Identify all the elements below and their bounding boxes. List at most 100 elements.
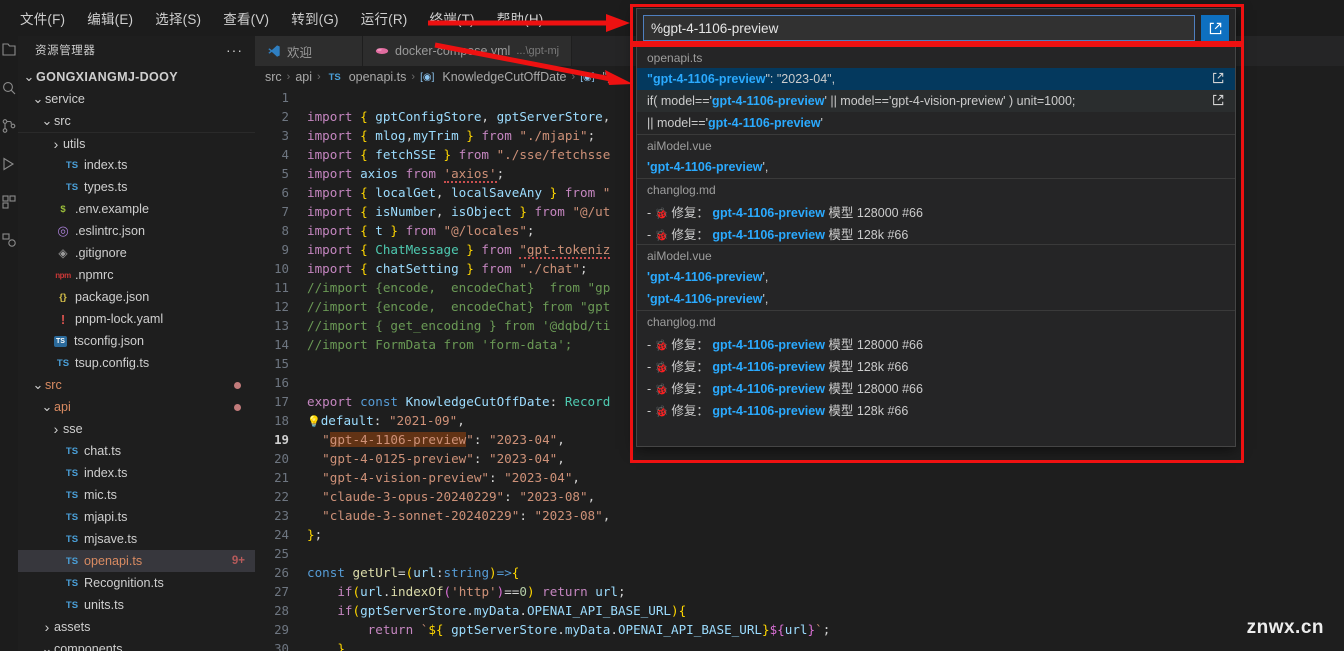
menu-item[interactable]: 帮助(H) <box>487 4 554 32</box>
chevron-right-icon[interactable]: › <box>49 421 63 437</box>
bug-emoji-icon: 🐞 <box>655 384 672 396</box>
line-number: 26 <box>255 563 303 582</box>
quick-open-result-row[interactable]: if( model=='gpt-4-1106-preview' || model… <box>637 90 1235 112</box>
code-token: } <box>519 204 527 219</box>
explorer-icon[interactable] <box>1 42 17 58</box>
remote-explorer-icon[interactable] <box>1 232 17 248</box>
quick-open-result-row[interactable]: 'gpt-4-1106-preview', <box>637 288 1235 310</box>
menu-item[interactable]: 选择(S) <box>145 4 211 32</box>
file-tree-item[interactable]: ›utils <box>18 132 255 154</box>
quick-open-result-row[interactable]: "gpt-4-1106-preview": "2023-04", <box>637 68 1235 90</box>
typescript-file-icon: TS <box>63 446 81 457</box>
file-tree-item[interactable]: ⌄src <box>18 110 255 132</box>
menu-item[interactable]: 转到(G) <box>281 4 349 32</box>
run-debug-icon[interactable] <box>1 156 17 172</box>
code-token: : <box>504 489 519 504</box>
chevron-right-icon[interactable]: › <box>49 136 63 152</box>
code-token: import <box>307 242 360 257</box>
chevron-down-icon[interactable]: ⌄ <box>31 95 45 103</box>
extensions-icon[interactable] <box>1 194 17 210</box>
breadcrumb-item[interactable]: KnowledgeCutOffDate <box>442 70 566 84</box>
file-tree-item[interactable]: TStsconfig.json <box>18 330 255 352</box>
explorer-more-actions-icon[interactable]: ··· <box>226 42 243 58</box>
chevron-down-icon[interactable]: ⌄ <box>22 73 36 81</box>
editor-tab[interactable]: docker-compose.yml...\gpt-mj <box>363 36 572 66</box>
source-control-icon[interactable] <box>1 118 17 134</box>
menu-item[interactable]: 运行(R) <box>351 4 418 32</box>
quick-open-result-row[interactable]: 'gpt-4-1106-preview', <box>637 156 1235 178</box>
file-tree-item[interactable]: npm.npmrc <box>18 264 255 286</box>
file-tree-item-label: utils <box>63 137 85 151</box>
chevron-down-icon[interactable]: ⌄ <box>40 117 54 125</box>
quick-open-result-row[interactable]: - 🐞 修复： gpt-4-1106-preview 模型 128000 #66 <box>637 200 1235 222</box>
file-tree-item[interactable]: ◈.gitignore <box>18 242 255 264</box>
file-tree-item[interactable]: ⌄components <box>18 638 255 651</box>
editor-tab-label: 欢迎 <box>287 42 312 61</box>
breadcrumb-item[interactable]: openapi.ts <box>349 70 407 84</box>
breadcrumb-item[interactable]: src <box>265 70 282 84</box>
menu-item[interactable]: 终端(T) <box>420 4 485 32</box>
file-tree-item[interactable]: ◎.eslintrc.json <box>18 220 255 242</box>
chevron-down-icon[interactable]: ⌄ <box>40 645 54 651</box>
lightbulb-icon[interactable]: 💡 <box>307 415 321 428</box>
quick-open-search-input[interactable] <box>643 15 1195 41</box>
quick-open-result-row[interactable]: - 🐞 修复： gpt-4-1106-preview 模型 128k #66 <box>637 354 1235 376</box>
code-line: 24}; <box>255 525 1344 544</box>
file-tree-item[interactable]: ⌄GONGXIANGMJ-DOOY <box>18 66 255 88</box>
chevron-right-icon[interactable]: › <box>40 619 54 635</box>
code-token: ) <box>527 584 535 599</box>
code-token: localGet <box>368 185 436 200</box>
line-number: 28 <box>255 601 303 620</box>
file-tree-item[interactable]: ⌄api <box>18 396 255 418</box>
editor-tab[interactable]: 欢迎 <box>255 36 363 66</box>
file-tree-item[interactable]: ⌄service <box>18 88 255 110</box>
code-token: default <box>321 413 374 428</box>
file-tree-item[interactable]: TSchat.ts <box>18 440 255 462</box>
quick-open-result-row[interactable]: - 🐞 修复： gpt-4-1106-preview 模型 128000 #66 <box>637 376 1235 398</box>
file-tree-item[interactable]: TSindex.ts <box>18 462 255 484</box>
file-tree-item[interactable]: TSmjapi.ts <box>18 506 255 528</box>
code-token: } <box>337 641 345 651</box>
quick-open-result-row[interactable]: 'gpt-4-1106-preview', <box>637 266 1235 288</box>
file-tree-item[interactable]: TSmic.ts <box>18 484 255 506</box>
file-tree-item[interactable]: TSopenapi.ts9+ <box>18 550 255 572</box>
menu-item[interactable]: 文件(F) <box>10 4 75 32</box>
file-tree-item[interactable]: $.env.example <box>18 198 255 220</box>
file-tree-item[interactable]: {}package.json <box>18 286 255 308</box>
quick-open-group-header: aiModel.vue <box>637 244 1235 266</box>
code-token: : <box>519 508 534 523</box>
quick-open-result-text: || model=='gpt-4-1106-preview' <box>647 116 1227 130</box>
symbol-variable-icon: [◉] <box>580 72 594 83</box>
file-tree-item-label: .npmrc <box>75 268 114 282</box>
file-tree-item[interactable]: TStsup.config.ts <box>18 352 255 374</box>
breadcrumb-item[interactable]: "g <box>602 70 613 84</box>
code-token: } <box>307 527 315 542</box>
file-tree-item[interactable]: TStypes.ts <box>18 176 255 198</box>
file-tree-item[interactable]: TSunits.ts <box>18 594 255 616</box>
open-to-side-icon[interactable] <box>1211 71 1227 87</box>
code-token: "gpt-tokeniz <box>519 242 610 259</box>
file-tree-item[interactable]: TSRecognition.ts <box>18 572 255 594</box>
menu-item[interactable]: 编辑(E) <box>77 4 143 32</box>
quick-open-result-row[interactable]: - 🐞 修复： gpt-4-1106-preview 模型 128k #66 <box>637 222 1235 244</box>
quick-open-result-row[interactable]: - 🐞 修复： gpt-4-1106-preview 模型 128000 #66 <box>637 332 1235 354</box>
code-token: ; <box>580 261 588 276</box>
breadcrumb-item[interactable]: api <box>295 70 312 84</box>
file-tree-item[interactable]: ›sse <box>18 418 255 440</box>
quick-open-result-row[interactable]: - 🐞 修复： gpt-4-1106-preview 模型 128k #66 <box>637 398 1235 420</box>
file-tree-item[interactable]: ⌄src <box>18 374 255 396</box>
chevron-down-icon[interactable]: ⌄ <box>31 381 45 389</box>
open-to-side-icon[interactable] <box>1211 93 1227 109</box>
code-token: from <box>474 242 520 257</box>
file-tree-item[interactable]: TSmjsave.ts <box>18 528 255 550</box>
open-in-editor-button[interactable] <box>1201 15 1229 41</box>
chevron-down-icon[interactable]: ⌄ <box>40 403 54 411</box>
code-token: { <box>360 147 368 162</box>
file-tree-item[interactable]: ›assets <box>18 616 255 638</box>
file-tree-item[interactable]: TSindex.ts <box>18 154 255 176</box>
search-icon[interactable] <box>1 80 17 96</box>
file-tree-item[interactable]: !pnpm-lock.yaml <box>18 308 255 330</box>
menu-item[interactable]: 查看(V) <box>213 4 279 32</box>
code-token: ${ <box>428 622 443 637</box>
quick-open-result-row[interactable]: || model=='gpt-4-1106-preview' <box>637 112 1235 134</box>
